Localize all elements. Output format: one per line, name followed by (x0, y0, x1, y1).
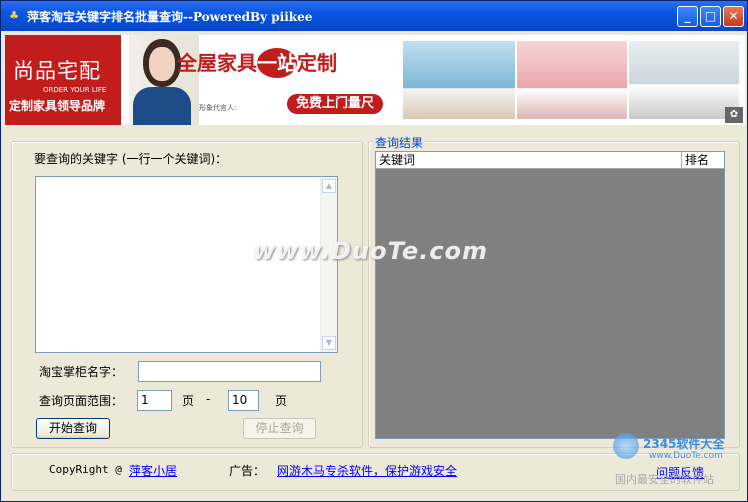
page-from-input[interactable]: 1 (137, 390, 172, 411)
room-image-2 (517, 41, 627, 119)
paw-icon[interactable]: ✿ (725, 107, 743, 123)
brand-url: www.DuoTe.com (649, 451, 723, 461)
scroll-up-icon[interactable]: ▲ (322, 179, 336, 193)
duote-watermark: www.DuoTe.com (253, 237, 488, 265)
scroll-down-icon[interactable]: ▼ (322, 336, 336, 350)
results-header: 关键词 排名 (376, 152, 724, 169)
brand-name: 2345软件大全 (643, 437, 725, 451)
banner-logo-subtext: ORDER YOUR LIFE (43, 86, 107, 94)
page-unit-label-1: 页 (182, 394, 195, 408)
brand-watermark: 2345软件大全 www.DuoTe.com 国内最安全的软件站 (613, 431, 743, 491)
close-button[interactable]: ✕ (723, 6, 744, 27)
shop-name-label: 淘宝掌柜名字： (39, 365, 124, 379)
brand-logo-icon (613, 433, 639, 459)
page-unit-label-2: 页 (275, 394, 288, 408)
page-range-label: 查询页面范围： (39, 394, 124, 408)
ad-label: 广告： (229, 464, 266, 478)
banner-slogan: 定制家具领导品牌 (9, 99, 106, 113)
title-bar[interactable]: ♣ 萍客淘宝关键字排名批量查询--PoweredBy piikee _ □ ✕ (1, 1, 747, 31)
stop-query-button[interactable]: 停止查询 (243, 418, 316, 439)
results-grid[interactable]: 关键词 排名 (375, 151, 725, 439)
banner-logo-text: 尚品宅配 (13, 59, 101, 83)
banner-logo: 尚品宅配 ORDER YOUR LIFE 定制家具领导品牌 (5, 35, 121, 125)
author-link[interactable]: 萍客小居 (129, 462, 177, 479)
shop-name-input[interactable] (138, 361, 321, 382)
results-legend: 查询结果 (373, 134, 426, 151)
column-header-rank[interactable]: 排名 (682, 152, 724, 168)
ad-link[interactable]: 网游木马专杀软件，保护游戏安全 (277, 462, 457, 479)
ad-banner[interactable]: 尚品宅配 ORDER YOUR LIFE 定制家具领导品牌 全屋家具一站式定制 … (5, 35, 745, 125)
banner-measure-button[interactable]: 免费上门量尺 (287, 94, 383, 114)
room-image-1 (403, 41, 515, 119)
copyright-text: CopyRight @ (49, 463, 122, 476)
room-image-3 (629, 41, 739, 119)
maximize-button[interactable]: □ (700, 6, 721, 27)
banner-headline: 全屋家具一站式定制 (177, 47, 337, 78)
banner-rep-label: 形象代言人: (199, 104, 237, 112)
app-icon: ♣ (9, 9, 19, 22)
range-dash: - (206, 392, 211, 406)
brand-tagline: 国内最安全的软件站 (615, 473, 714, 486)
keywords-label: 要查询的关键字 (一行一个关键词)： (34, 152, 228, 166)
start-query-button[interactable]: 开始查询 (36, 418, 110, 439)
page-to-input[interactable]: 10 (228, 390, 259, 411)
app-window: ♣ 萍客淘宝关键字排名批量查询--PoweredBy piikee _ □ ✕ … (0, 0, 748, 502)
minimize-button[interactable]: _ (677, 6, 698, 27)
window-title: 萍客淘宝关键字排名批量查询--PoweredBy piikee (27, 10, 313, 24)
column-header-keyword[interactable]: 关键词 (376, 152, 682, 168)
